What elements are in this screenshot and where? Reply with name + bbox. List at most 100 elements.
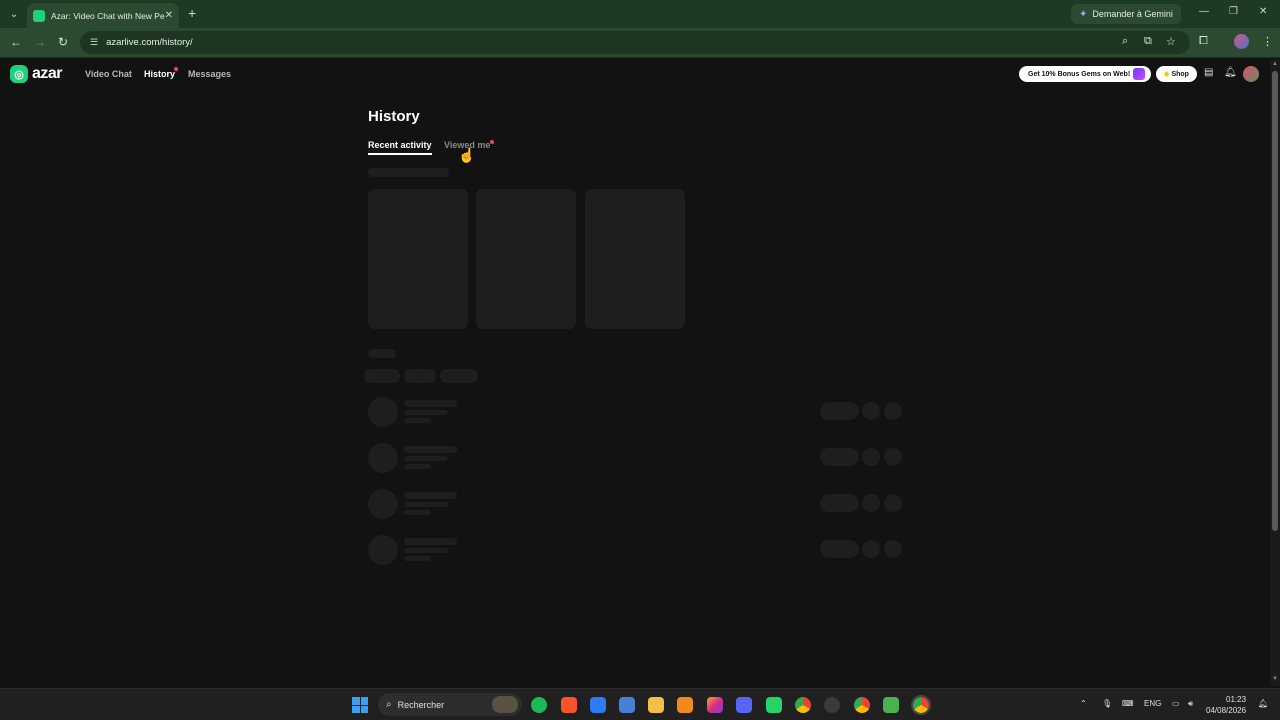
skeleton-line [404,410,448,415]
skeleton-line [404,446,457,453]
skeleton-line [404,400,457,407]
media-player-icon[interactable] [883,697,899,713]
page-content: ◎ azar Video Chat History Messages Get 1… [0,59,1270,686]
skeleton-avatar [368,489,398,519]
skeleton-icon [862,448,880,466]
performance-icon[interactable] [824,697,840,713]
nav-messages[interactable]: Messages [188,69,231,79]
tab-search-icon[interactable]: ⌄ [5,5,23,23]
skeleton-button [820,494,859,512]
azar-logo[interactable]: ◎ azar [10,65,63,83]
skeleton-icon [884,540,902,558]
volume-icon[interactable]: 🔊︎ [1188,699,1193,709]
forward-icon[interactable]: → [34,35,46,49]
skeleton-icon [884,402,902,420]
skeleton-line [404,464,431,469]
windows-start-icon[interactable] [352,697,368,713]
search-placeholder: Rechercher [397,699,445,710]
clock[interactable]: 01:23 04/08/2026 [1206,694,1246,716]
skeleton-line [404,538,457,545]
language-indicator[interactable]: ENG [1144,699,1161,708]
skeleton-line [404,502,448,507]
reload-icon[interactable]: ↻ [58,35,68,49]
windows-taskbar: ⌕ Rechercher ⌃ 🎙︎ ⌨ ENG ▭ 🔊︎ 01:23 04/08… [0,688,1280,720]
page-scrollbar[interactable]: ▲ ▼ [1270,59,1280,686]
gemini-button[interactable]: ✦ Demander à Gemini [1071,4,1181,24]
hand-cursor-icon: ☝ [458,147,476,163]
skeleton-icon [862,540,880,558]
taskbar-search[interactable]: ⌕ Rechercher [378,693,522,716]
skeleton-button [820,402,859,420]
skeleton-line [404,418,431,423]
skeleton-chip [404,369,436,383]
bell-icon[interactable]: 🔔︎ [1224,67,1237,78]
store-icon[interactable]: ▤ [1204,67,1213,78]
skeleton-avatar [368,535,398,565]
search-highlight-icon [492,696,518,713]
tab-title: Azar: Video Chat with New People [51,10,165,21]
skeleton-icon [884,448,902,466]
scroll-down-icon[interactable]: ▼ [1272,676,1278,682]
cast-icon[interactable]: ⧉ [1144,35,1152,48]
chrome-profile-icon[interactable] [854,697,870,713]
skeleton-card [368,189,468,329]
skeleton-line [404,492,457,499]
nav-video-chat[interactable]: Video Chat [85,69,132,79]
back-icon[interactable]: ← [10,35,22,49]
scrollbar-thumb[interactable] [1272,71,1278,531]
skeleton-line [404,456,448,461]
tab-recent-activity[interactable]: Recent activity [368,140,432,155]
whatsapp-icon[interactable] [766,697,782,713]
defender-icon[interactable] [590,697,606,713]
keyboard-icon[interactable]: ⌨ [1122,699,1134,708]
skeleton-line [404,510,431,515]
site-info-icon[interactable]: ☰ [90,37,98,48]
skeleton-avatar [368,397,398,427]
instagram-icon[interactable] [707,697,723,713]
close-window-icon[interactable]: ✕ [1259,6,1267,17]
browser-tab[interactable]: Azar: Video Chat with New People ✕ [27,3,179,28]
gem-icon: ◆ [1164,71,1170,78]
user-avatar[interactable] [1243,66,1259,82]
network-icon[interactable]: ▭ [1172,699,1180,708]
restore-icon[interactable]: ❐ [1229,6,1238,17]
address-bar[interactable]: ☰ azarlive.com/history/ [80,31,1190,54]
browser-menu-icon[interactable]: ⋮ [1262,35,1273,48]
chrome-icon[interactable] [795,697,811,713]
bookmark-star-icon[interactable]: ☆ [1166,35,1176,48]
minimize-icon[interactable]: — [1199,6,1209,17]
skeleton-avatar [368,443,398,473]
bonus-gems-promo-button[interactable]: Get 10% Bonus Gems on Web! [1019,66,1151,82]
scroll-up-icon[interactable]: ▲ [1272,61,1278,67]
skeleton-heading [368,168,449,177]
chrome-active-icon[interactable] [911,695,931,715]
spotify-icon[interactable] [531,697,547,713]
skeleton-line [404,548,448,553]
shop-button[interactable]: ◆ Shop [1156,66,1197,82]
browser-profile-avatar[interactable] [1234,34,1249,49]
logo-text: azar [32,65,63,82]
gift-icon [1133,68,1145,80]
new-tab-icon[interactable]: + [188,5,196,21]
skeleton-card [476,189,576,329]
brave-icon[interactable] [561,697,577,713]
notification-center-icon[interactable]: 🔔︎ [1258,699,1268,708]
vlc-icon[interactable] [677,697,693,713]
viewed-me-notification-dot [490,140,494,144]
gemini-label: Demander à Gemini [1092,9,1173,19]
microphone-icon[interactable]: 🎙︎ [1102,699,1112,708]
close-tab-icon[interactable]: ✕ [165,10,173,21]
skeleton-button [820,540,859,558]
tray-chevron-icon[interactable]: ⌃ [1080,699,1087,708]
file-explorer-icon[interactable] [648,697,664,713]
store-app-icon[interactable] [619,697,635,713]
discord-icon[interactable] [736,697,752,713]
clock-time: 01:23 [1226,695,1247,704]
nav-history[interactable]: History [144,69,175,79]
skeleton-subheading [368,349,396,358]
skeleton-chip [440,369,478,383]
search-icon: ⌕ [386,699,392,710]
browser-toolbar: ← → ↻ ☰ azarlive.com/history/ ⌕ ⧉ ☆ ⧠ ⋮ [0,28,1280,58]
extensions-icon[interactable]: ⧠ [1199,35,1208,48]
zoom-icon[interactable]: ⌕ [1122,35,1128,48]
